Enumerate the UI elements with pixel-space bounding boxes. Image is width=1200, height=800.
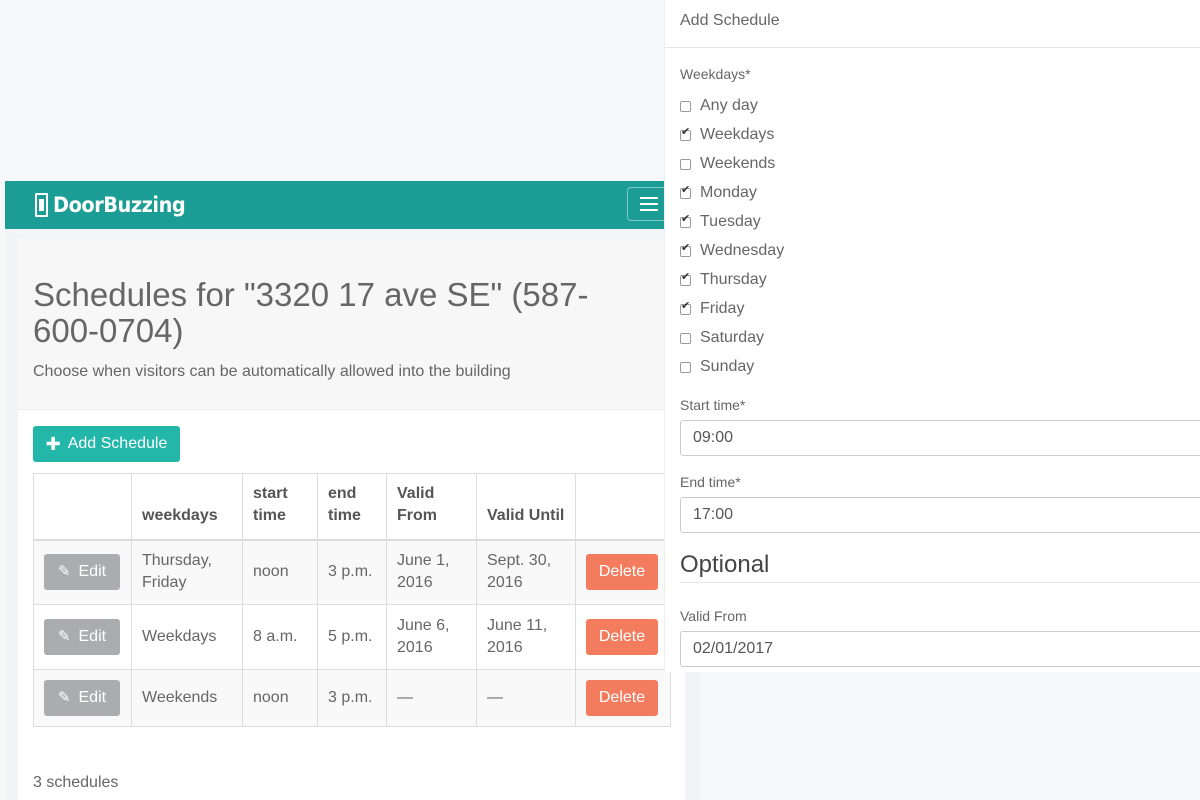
table-row: ✎ Edit Thursday, Friday noon 3 p.m. June …	[33, 539, 671, 605]
checkbox-weekends[interactable]: Weekends	[680, 154, 775, 174]
checkbox-thursday[interactable]: Thursday	[680, 270, 767, 290]
pencil-icon: ✎	[57, 563, 71, 581]
valid-from-label: Valid From	[680, 608, 747, 624]
schedules-table: weekdays start time end time Valid From …	[33, 473, 671, 727]
edit-button[interactable]: ✎ Edit	[44, 554, 120, 591]
cell-valid-until: —	[476, 669, 576, 727]
checkbox-monday[interactable]: Monday	[680, 183, 757, 203]
table-row: ✎ Edit Weekends noon 3 p.m. — — Delete	[33, 669, 671, 727]
brand-name: DoorBuzzing	[53, 193, 186, 217]
schedules-card: Schedules for "3320 17 ave SE" (587-600-…	[18, 239, 685, 800]
cell-valid-from: —	[386, 669, 477, 727]
add-schedule-modal: Add Schedule Weekdays* Any day Weekdays …	[664, 0, 1200, 672]
checkbox-wednesday[interactable]: Wednesday	[680, 241, 784, 261]
section-divider	[680, 582, 1200, 583]
optional-section-title: Optional	[680, 551, 770, 578]
page-header: Schedules for "3320 17 ave SE" (587-600-…	[18, 239, 685, 410]
cell-weekdays: Weekends	[131, 669, 243, 727]
column-header-valid-until[interactable]: Valid Until	[476, 473, 576, 541]
modal-header: Add Schedule	[665, 0, 1200, 48]
cell-end-time: 5 p.m.	[317, 604, 387, 670]
delete-button[interactable]: Delete	[586, 619, 658, 655]
edit-button[interactable]: ✎ Edit	[44, 619, 120, 655]
end-time-input[interactable]: 17:00	[680, 497, 1200, 533]
schedule-count: 3 schedules	[33, 774, 119, 791]
column-header-actions	[33, 473, 132, 541]
cell-start-time: noon	[242, 669, 318, 727]
menu-toggle-button[interactable]	[627, 187, 667, 221]
table-row: ✎ Edit Weekdays 8 a.m. 5 p.m. June 6, 201…	[33, 604, 671, 670]
app-window: DoorBuzzing Schedules for "3320 17 ave S…	[5, 181, 700, 800]
end-time-label: End time*	[680, 474, 741, 490]
checkbox-friday[interactable]: Friday	[680, 299, 744, 319]
page-subtitle: Choose when visitors can be automaticall…	[33, 363, 511, 380]
pencil-icon: ✎	[57, 689, 71, 706]
brand-logo[interactable]: DoorBuzzing	[34, 192, 197, 218]
checkbox-icon[interactable]	[680, 158, 691, 170]
weekdays-label: Weekdays*	[680, 66, 751, 82]
cell-valid-until: Sept. 30, 2016	[476, 539, 576, 605]
valid-from-input[interactable]: 02/01/2017	[680, 631, 1200, 667]
cell-end-time: 3 p.m.	[317, 539, 387, 605]
column-header-end-time[interactable]: end time	[317, 473, 387, 541]
checkbox-icon[interactable]	[680, 361, 691, 373]
checkbox-icon[interactable]	[680, 332, 691, 344]
checkbox-checked-icon[interactable]	[680, 185, 691, 199]
checkbox-checked-icon[interactable]	[680, 243, 691, 257]
cell-valid-from: June 6, 2016	[386, 604, 477, 670]
cell-start-time: 8 a.m.	[242, 604, 318, 670]
cell-valid-until: June 11, 2016	[476, 604, 576, 670]
add-schedule-button[interactable]: ✚ Add Schedule	[33, 426, 180, 462]
column-header-weekdays[interactable]: weekdays	[131, 473, 243, 541]
delete-button[interactable]: Delete	[586, 554, 658, 591]
column-header-start-time[interactable]: start time	[242, 473, 318, 541]
cell-weekdays: Thursday, Friday	[131, 539, 243, 605]
page-title: Schedules for "3320 17 ave SE" (587-600-…	[33, 276, 589, 349]
cell-start-time: noon	[242, 539, 318, 605]
checkbox-tuesday[interactable]: Tuesday	[680, 212, 761, 232]
checkbox-checked-icon[interactable]	[680, 127, 691, 141]
cell-weekdays: Weekdays	[131, 604, 243, 670]
edit-button[interactable]: ✎ Edit	[44, 680, 120, 716]
plus-icon: ✚	[45, 434, 61, 454]
modal-title: Add Schedule	[680, 12, 780, 29]
checkbox-weekdays[interactable]: Weekdays	[680, 125, 774, 145]
column-header-delete	[575, 473, 671, 541]
checkbox-icon[interactable]	[680, 100, 691, 112]
checkbox-checked-icon[interactable]	[680, 272, 691, 286]
checkbox-any-day[interactable]: Any day	[680, 96, 758, 116]
start-time-input[interactable]: 09:00	[680, 420, 1200, 456]
start-time-label: Start time*	[680, 397, 746, 413]
delete-button[interactable]: Delete	[586, 680, 658, 716]
column-header-valid-from[interactable]: Valid From	[386, 473, 477, 541]
pencil-icon: ✎	[57, 628, 71, 645]
cell-end-time: 3 p.m.	[317, 669, 387, 727]
checkbox-checked-icon[interactable]	[680, 214, 691, 228]
hamburger-icon	[640, 197, 658, 199]
checkbox-checked-icon[interactable]	[680, 301, 691, 315]
door-icon	[34, 193, 50, 217]
checkbox-sunday[interactable]: Sunday	[680, 357, 754, 377]
cell-valid-from: June 1, 2016	[386, 539, 477, 605]
checkbox-saturday[interactable]: Saturday	[680, 328, 764, 348]
navbar: DoorBuzzing	[5, 181, 700, 229]
